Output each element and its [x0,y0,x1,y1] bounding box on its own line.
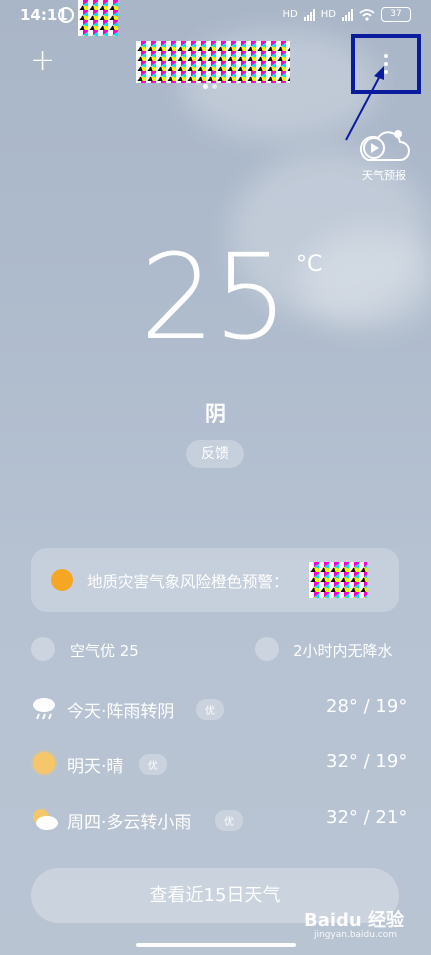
weather-condition: 阴 [205,402,226,426]
current-temperature: 25 [140,228,288,366]
alarm-icon [58,7,74,23]
weather-forecast-video-button[interactable]: 天气预报 [356,128,412,183]
air-quality[interactable]: 空气优 25 [70,640,139,661]
status-icons: HD HD 37 [283,7,411,22]
temperature-unit: °C [296,252,323,277]
warning-icon [51,569,73,591]
rain-forecast[interactable]: 2小时内无降水 [293,640,393,661]
weather-alert-card[interactable]: 地质灾害气象风险橙色预警： [31,548,399,612]
watermark-url: jingyan.baidu.com [314,930,398,940]
watermark-logo: Baidu 经验 [304,910,405,931]
page-dot-active [203,84,208,89]
sun-icon [33,752,55,774]
temperature-range: 32° / 21° [326,807,408,828]
add-city-button[interactable]: + [30,46,55,76]
air-quality-badge: 优 [215,810,243,831]
play-cloud-icon [359,130,410,161]
alert-redacted-region [309,562,367,598]
background-cloud [300,230,431,330]
wifi-icon [359,8,375,21]
battery-icon: 37 [381,7,411,22]
rain-cloud-icon [33,698,55,720]
daily-forecast-label[interactable]: 今天·阵雨转阴 [67,697,174,722]
signal-icon [303,8,315,21]
page-indicator [203,84,217,89]
city-title-redacted [136,41,290,83]
weather-forecast-label: 天气预报 [362,169,406,182]
partly-cloudy-icon [33,809,58,830]
air-quality-badge: 优 [196,699,224,720]
network-type-label: HD [282,9,298,20]
alert-text: 地质灾害气象风险橙色预警： [87,573,289,591]
home-indicator[interactable] [136,943,296,947]
temperature-range: 32° / 19° [326,751,408,772]
page-dot [212,84,217,89]
signal-icon [342,8,353,21]
raindrop-icon [255,637,279,661]
daily-forecast-label[interactable]: 明天·晴 [67,752,123,777]
redacted-notification-icon [78,0,118,36]
air-quality-badge: 优 [139,754,167,775]
leaf-icon [31,637,55,661]
daily-forecast-label[interactable]: 周四·多云转小雨 [67,808,191,833]
network-type-label: HD [320,9,336,20]
temperature-range: 28° / 19° [326,696,408,717]
feedback-button[interactable]: 反馈 [186,440,244,468]
